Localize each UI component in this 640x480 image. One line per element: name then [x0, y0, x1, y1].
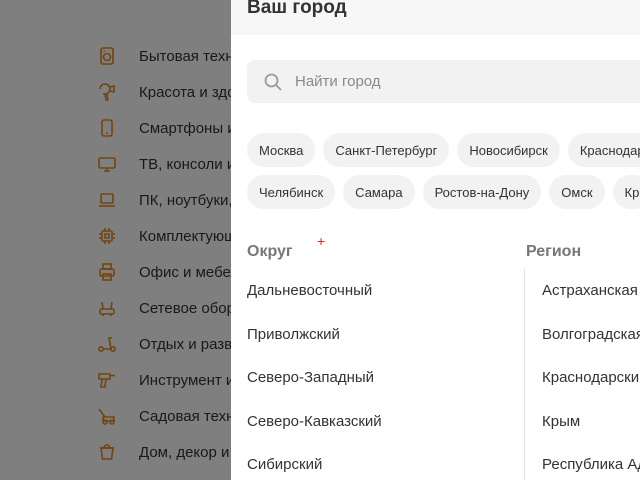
district-item[interactable]: Северо-Кавказский [247, 411, 382, 455]
city-chip[interactable]: Ростов-на-Дону [422, 175, 542, 209]
city-chip[interactable]: Самара [343, 175, 415, 209]
popular-cities-row: Москва Санкт-Петербург Новосибирск Красн… [247, 133, 640, 167]
popular-cities-row: Челябинск Самара Ростов-на-Дону Омск Кр [247, 175, 640, 209]
city-select-modal: Ваш город Москва Санкт-Петербург Новосиб… [231, 0, 640, 480]
city-chip[interactable]: Краснодар [567, 133, 640, 167]
search-icon [263, 72, 283, 92]
plus-marker: + [317, 233, 326, 249]
region-item[interactable]: Краснодарский [542, 367, 640, 411]
district-item[interactable]: Дальневосточный [247, 280, 382, 324]
region-item[interactable]: Крым [542, 411, 640, 455]
district-item[interactable]: Северо-Западный [247, 367, 382, 411]
city-chip[interactable]: Кр [612, 175, 640, 209]
city-search-box[interactable] [247, 60, 640, 103]
city-search-input[interactable] [295, 73, 595, 90]
regions-list: Астраханская Волгоградская Краснодарский… [542, 280, 640, 480]
regions-heading: Регион [526, 243, 582, 260]
region-item[interactable]: Республика Ад [542, 454, 640, 480]
modal-title: Ваш город [247, 0, 347, 18]
districts-heading: Округ [247, 243, 293, 260]
modal-header: Ваш город [231, 0, 640, 35]
city-chip[interactable]: Омск [549, 175, 605, 209]
city-chip[interactable]: Москва [247, 133, 316, 167]
city-chip[interactable]: Санкт-Петербург [323, 133, 450, 167]
column-divider [524, 268, 525, 480]
city-chip[interactable]: Новосибирск [457, 133, 560, 167]
district-item[interactable]: Сибирский [247, 454, 382, 480]
region-item[interactable]: Волгоградская [542, 324, 640, 368]
districts-list: Дальневосточный Приволжский Северо-Запад… [247, 280, 382, 480]
district-item[interactable]: Приволжский [247, 324, 382, 368]
city-chip[interactable]: Челябинск [247, 175, 336, 209]
region-item[interactable]: Астраханская [542, 280, 640, 324]
